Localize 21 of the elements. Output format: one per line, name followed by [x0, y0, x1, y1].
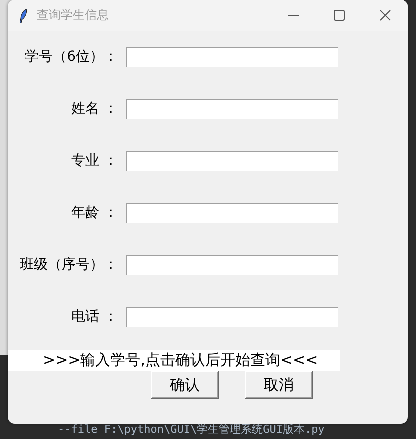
window-title: 查询学生信息: [37, 7, 109, 24]
input-field[interactable]: [126, 202, 338, 222]
input-field[interactable]: [126, 150, 338, 170]
maximize-icon[interactable]: [334, 10, 345, 21]
terminal-text: --file F:\python\GUI\学生管理系统GUI版本.py: [58, 423, 325, 436]
confirm-button[interactable]: 确认: [151, 371, 219, 399]
minimize-icon[interactable]: [288, 14, 299, 16]
field-label: 班级（序号）：: [19, 256, 119, 274]
cancel-button[interactable]: 取消: [245, 371, 313, 399]
input-field[interactable]: [126, 306, 338, 326]
feather-icon: [20, 8, 28, 22]
input-field[interactable]: [126, 254, 338, 274]
input-field[interactable]: [126, 46, 338, 66]
field-label: 姓名 ：: [70, 100, 119, 118]
field-label: 学号（6位）：: [24, 48, 119, 66]
status-message: >>>输入学号,点击确认后开始查询<<<: [8, 350, 340, 371]
field-label: 电话 ：: [70, 308, 119, 326]
field-label: 年龄 ：: [70, 204, 119, 222]
input-field[interactable]: [126, 98, 338, 118]
field-label: 专业 ：: [70, 152, 119, 170]
close-icon[interactable]: [380, 10, 391, 21]
